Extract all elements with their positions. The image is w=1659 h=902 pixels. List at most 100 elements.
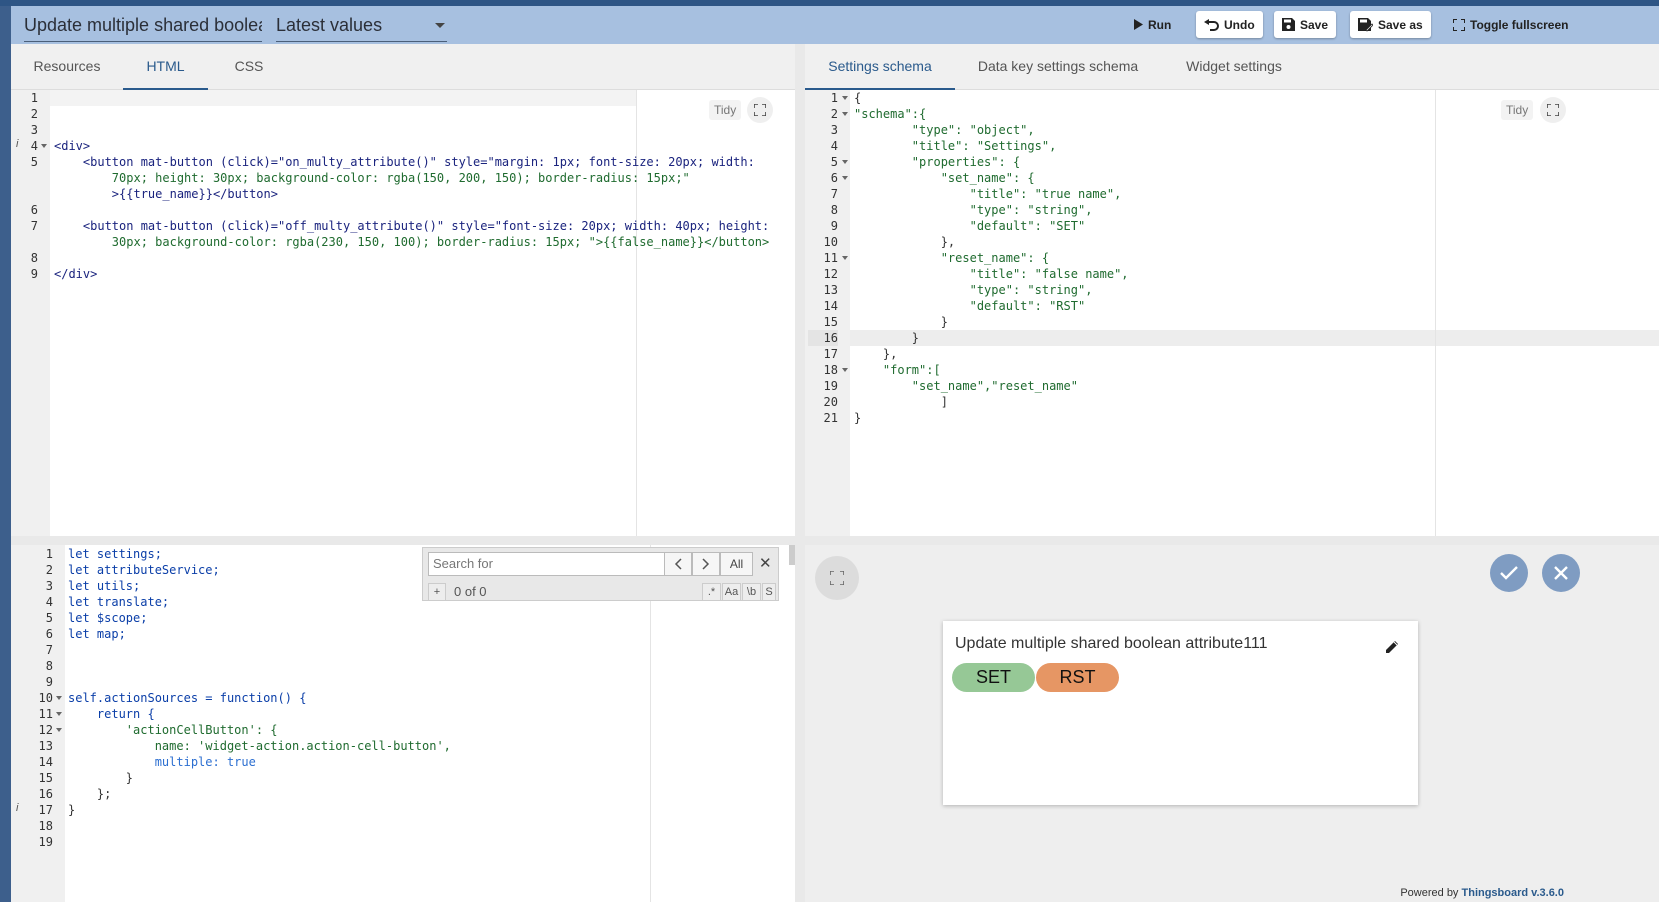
line-number: 8 (830, 203, 838, 217)
close-icon[interactable]: ✕ (759, 554, 772, 572)
fold-arrow-icon[interactable] (842, 112, 848, 116)
selection-option-button[interactable]: S (762, 583, 776, 601)
code-line: "schema":{ (854, 107, 927, 121)
fold-arrow-icon[interactable] (842, 160, 848, 164)
search-box: Search for All ✕ + 0 of 0 .* Aa \b S (422, 547, 779, 601)
code-line: let translate; (68, 595, 170, 609)
line-number: 9 (45, 675, 53, 689)
tab-widget-settings[interactable]: Widget settings (1175, 44, 1293, 90)
vertical-splitter[interactable] (795, 44, 805, 902)
code-line: { (854, 91, 862, 105)
code-line: let attributeService; (68, 563, 220, 577)
line-number: 7 (45, 643, 53, 657)
line-number: 14 (823, 299, 838, 313)
fold-arrow-icon[interactable] (56, 728, 62, 732)
line-number: 13 (823, 283, 838, 297)
line-number: 13 (38, 739, 53, 753)
settings-code-editor[interactable]: 1 2 3 4 5 6 7 8 9 10 11 12 13 14 15 16 1… (805, 90, 1659, 536)
tab-resources[interactable]: Resources (23, 44, 111, 90)
rst-button[interactable]: RST (1036, 663, 1119, 692)
line-number: 5 (30, 155, 38, 169)
html-code-editor[interactable]: 1 2 3 4 i 5 6 7 8 9 <div> <button mat-bu… (11, 90, 795, 536)
fullscreen-icon (1547, 104, 1559, 116)
toggle-fullscreen-button[interactable]: Toggle fullscreen (1445, 11, 1576, 38)
code-line: 'actionCellButton': { (68, 723, 278, 737)
line-number: 19 (38, 835, 53, 849)
run-button[interactable]: Run (1125, 11, 1179, 38)
line-number: 17 (823, 347, 838, 361)
active-line (50, 90, 636, 106)
fullscreen-icon (830, 571, 844, 585)
fold-arrow-icon[interactable] (842, 368, 848, 372)
code-line: <button mat-button (click)="off_multy_at… (54, 219, 770, 233)
search-next-button[interactable] (692, 552, 720, 576)
tidy-button[interactable]: Tidy (1501, 100, 1534, 120)
code-line: >{{true_name}}</button> (54, 187, 278, 201)
word-option-button[interactable]: \b (742, 583, 761, 601)
fullscreen-icon (754, 104, 766, 116)
code-line: "default": "SET" (854, 219, 1086, 233)
fold-arrow-icon[interactable] (842, 256, 848, 260)
edit-icon[interactable] (1384, 639, 1400, 660)
line-number: 2 (45, 563, 53, 577)
thingsboard-link[interactable]: Thingsboard v.3.6.0 (1462, 887, 1565, 899)
code-line: <button mat-button (click)="on_multy_att… (54, 155, 755, 169)
code-line: } (854, 411, 862, 425)
line-number: 2 (30, 107, 38, 121)
set-button[interactable]: SET (952, 663, 1035, 692)
code-line: "set_name": { (854, 171, 1035, 185)
save-button[interactable]: Save (1274, 11, 1337, 38)
replace-toggle-button[interactable]: + (428, 583, 446, 601)
tab-html[interactable]: HTML (123, 44, 208, 90)
editor-toolbar: Update multiple shared boolean Latest va… (11, 6, 1659, 44)
left-edge-strip (0, 44, 11, 902)
search-prev-button[interactable] (664, 552, 692, 576)
fold-arrow-icon[interactable] (41, 144, 47, 148)
line-number: 3 (45, 579, 53, 593)
code-line: "title": "true name", (854, 187, 1122, 201)
line-number: 6 (30, 203, 38, 217)
fold-arrow-icon[interactable] (56, 696, 62, 700)
save-as-icon (1358, 17, 1373, 32)
code-line: </div> (54, 267, 98, 281)
save-as-button[interactable]: Save as (1350, 11, 1431, 38)
fold-arrow-icon[interactable] (842, 176, 848, 180)
info-icon: i (16, 138, 19, 150)
tab-data-key-settings-schema[interactable]: Data key settings schema (968, 44, 1148, 90)
javascript-gutter: 1 2 3 4 5 6 7 8 9 10 11 12 13 14 15 16 1… (11, 545, 65, 902)
tab-settings-schema[interactable]: Settings schema (805, 44, 955, 90)
preview-fullscreen-button[interactable] (815, 556, 859, 600)
code-line: } (68, 771, 134, 785)
line-number: 5 (830, 155, 838, 169)
editor-fullscreen-button[interactable] (747, 97, 773, 123)
javascript-code-editor[interactable]: 1 2 3 4 5 6 7 8 9 10 11 12 13 14 15 16 1… (11, 545, 795, 902)
line-number: 1 (30, 91, 38, 105)
html-panel: Resources HTML CSS 1 2 3 4 i 5 6 7 8 9 <… (11, 44, 795, 536)
code-line: 70px; height: 30px; background-color: rg… (54, 171, 690, 185)
fold-arrow-icon[interactable] (842, 96, 848, 100)
case-option-button[interactable]: Aa (722, 583, 741, 601)
editor-fullscreen-button[interactable] (1540, 97, 1566, 123)
horizontal-splitter[interactable] (11, 536, 1659, 545)
apply-button[interactable] (1490, 554, 1528, 592)
code-line: "type": "string", (854, 203, 1093, 217)
regex-option-button[interactable]: .* (702, 583, 721, 601)
line-number: 7 (830, 187, 838, 201)
search-input[interactable]: Search for (428, 552, 665, 576)
line-number: 8 (30, 251, 38, 265)
close-icon (1554, 566, 1568, 580)
search-all-button[interactable]: All (720, 552, 753, 576)
preview-panel: Update multiple shared boolean attribute… (805, 545, 1659, 902)
search-count: 0 of 0 (454, 584, 487, 599)
code-line: } (854, 315, 948, 329)
line-number: 11 (823, 251, 838, 265)
undo-button[interactable]: Undo (1196, 11, 1263, 38)
tidy-button[interactable]: Tidy (709, 100, 742, 120)
powered-by-footer: Powered by Thingsboard v.3.6.0 (1400, 887, 1564, 899)
widget-type-select[interactable]: Latest values (276, 10, 447, 42)
cancel-button[interactable] (1542, 554, 1580, 592)
line-number: 19 (823, 379, 838, 393)
tab-css[interactable]: CSS (223, 44, 275, 90)
fold-arrow-icon[interactable] (56, 712, 62, 716)
widget-title-input[interactable]: Update multiple shared boolean (24, 10, 262, 42)
